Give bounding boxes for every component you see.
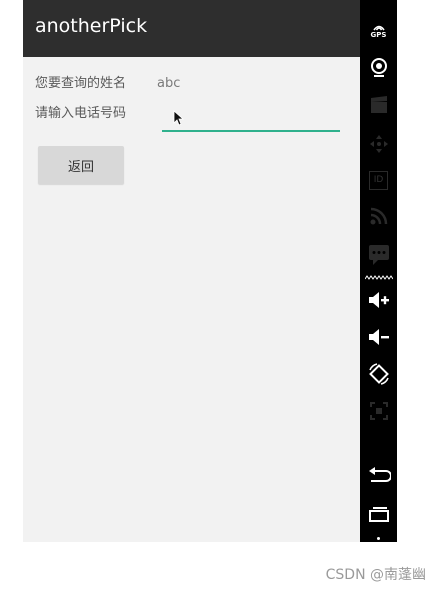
volume-down-icon[interactable] [360,325,397,349]
emulator-toolbar: GPS ID [360,0,397,542]
id-icon[interactable]: ID [360,168,397,192]
phone-label: 请输入电话号码 [35,106,127,121]
clapper-icon[interactable] [360,94,397,116]
id-label: ID [369,170,388,190]
volume-up-icon[interactable] [360,288,397,312]
action-bar: anotherPick [23,0,360,57]
sms-icon[interactable] [360,242,397,268]
name-value: abc [157,76,181,91]
phone-screen: anotherPick 您要查询的姓名 abc 请输入电话号码 返回 [23,0,360,542]
back-icon[interactable] [360,465,397,487]
back-button[interactable]: 返回 [38,146,124,184]
app-title: anotherPick [35,15,148,37]
gps-label: GPS [370,30,387,39]
dpad-icon[interactable] [360,133,397,155]
gps-icon[interactable]: GPS [360,20,397,42]
resize-icon[interactable] [360,398,397,424]
name-label: 您要查询的姓名 [35,76,127,91]
divider-zigzag [360,274,397,282]
outer-left-margin [0,0,23,542]
outer-right-margin [397,0,440,542]
phone-input[interactable] [162,108,340,132]
csdn-watermark: CSDN @南蓬幽 [325,567,426,583]
rotate-icon[interactable] [360,361,397,387]
scroll-indicator [360,534,397,542]
webcam-icon[interactable] [360,56,397,80]
mouse-cursor-icon [173,110,185,126]
recent-apps-icon[interactable] [360,503,397,525]
rss-icon[interactable] [360,205,397,227]
